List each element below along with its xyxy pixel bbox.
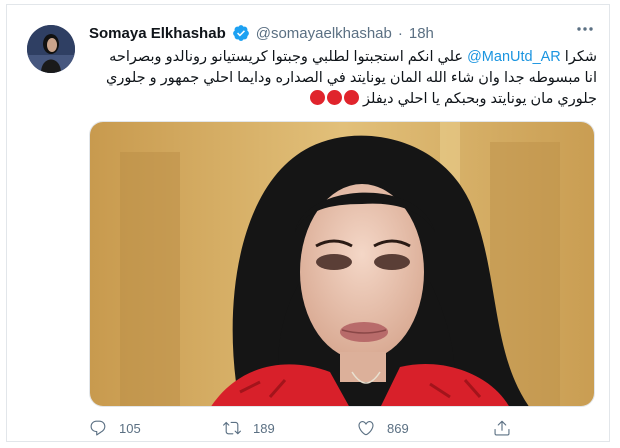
text-segment: جلوري مان يونايتد وبحبكم يا احلي ديفلز [362, 91, 597, 107]
retweet-arrows-icon [223, 421, 241, 435]
mention-link[interactable]: @ManUtd_AR [467, 49, 561, 65]
photo-image [90, 122, 594, 406]
avatar[interactable] [27, 25, 75, 73]
text-segment: انا مبسوطه جدا وان شاء الله المان يونايت… [106, 70, 597, 86]
separator-dot: · [397, 24, 403, 42]
red-circle-emoji [326, 90, 342, 105]
tweet-actions-bar: 105 189 869 [89, 415, 595, 441]
verified-badge-icon [232, 25, 249, 41]
share-upload-icon [494, 420, 510, 436]
tweet-text: شكرا @ManUtd_AR علي انكم استجبتوا لطلبي … [89, 47, 597, 110]
author-display-name[interactable]: Somaya Elkhashab [89, 25, 226, 42]
text-segment: شكرا [560, 49, 597, 65]
tweet-header: Somaya Elkhashab @somayaelkhashab · 18h [89, 22, 597, 44]
more-dots-icon[interactable] [575, 19, 595, 44]
retweet-button[interactable]: 189 [223, 419, 275, 437]
share-button[interactable] [493, 419, 511, 437]
tweet-text-line-2: انا مبسوطه جدا وان شاء الله المان يونايت… [89, 68, 597, 89]
retweet-count: 189 [253, 420, 275, 436]
tweet-text-line-1: شكرا @ManUtd_AR علي انكم استجبتوا لطلبي … [89, 47, 597, 68]
tweet-media-photo[interactable] [89, 121, 595, 407]
reply-count: 105 [119, 420, 141, 436]
text-segment: علي انكم استجبتوا لطلبي وجبتوا كريستيانو… [109, 49, 468, 65]
like-count: 869 [387, 420, 409, 436]
tweet-text-line-3: جلوري مان يونايتد وبحبكم يا احلي ديفلز [89, 89, 597, 110]
reply-button[interactable]: 105 [89, 419, 141, 437]
speech-bubble-icon [90, 420, 106, 436]
tweet-card[interactable]: Somaya Elkhashab @somayaelkhashab · 18h … [6, 4, 610, 442]
author-handle[interactable]: @somayaelkhashab [256, 25, 392, 42]
avatar-image [27, 25, 75, 73]
tweet-timestamp[interactable]: 18h [409, 25, 434, 42]
red-circle-emoji [309, 90, 325, 105]
heart-icon [358, 421, 374, 436]
red-circle-emoji [343, 90, 359, 105]
like-button[interactable]: 869 [357, 419, 409, 437]
